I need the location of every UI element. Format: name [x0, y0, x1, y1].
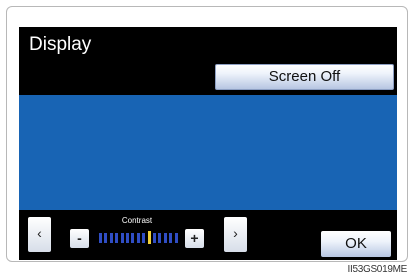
contrast-meter-segment	[163, 233, 167, 243]
contrast-meter-segment	[126, 233, 129, 243]
contrast-meter-segment	[120, 233, 124, 243]
plus-icon: +	[190, 230, 199, 246]
contrast-meter-segment	[136, 233, 140, 243]
contrast-meter-segment	[174, 233, 178, 243]
previous-setting-button[interactable]: ‹	[28, 217, 51, 252]
contrast-meter-segment	[104, 233, 108, 243]
contrast-increase-button[interactable]: +	[185, 229, 204, 248]
contrast-meter-segment	[158, 233, 162, 243]
contrast-meter-segment	[147, 231, 151, 244]
screen-off-button[interactable]: Screen Off	[215, 64, 394, 90]
display-preview-area	[19, 95, 397, 210]
chevron-right-icon: ›	[233, 225, 238, 241]
contrast-meter-segment	[169, 233, 173, 243]
contrast-meter-segment	[153, 233, 156, 243]
contrast-level-meter	[97, 231, 181, 245]
screen-title: Display	[29, 34, 92, 55]
contrast-meter-segment	[115, 233, 119, 243]
contrast-meter-segment	[99, 233, 102, 243]
display-screen: Display Screen Off ‹ Contrast - + › OK	[19, 27, 397, 260]
chevron-left-icon: ‹	[37, 225, 42, 241]
ok-button[interactable]: OK	[321, 231, 391, 257]
contrast-label: Contrast	[121, 216, 153, 225]
minus-icon: -	[77, 230, 82, 246]
next-setting-button[interactable]: ›	[224, 217, 247, 252]
contrast-meter-segment	[142, 233, 146, 243]
contrast-meter-segment	[131, 233, 135, 243]
figure-code: II53GS019ME	[347, 264, 407, 275]
contrast-decrease-button[interactable]: -	[70, 229, 89, 248]
contrast-meter-segment	[109, 233, 113, 243]
